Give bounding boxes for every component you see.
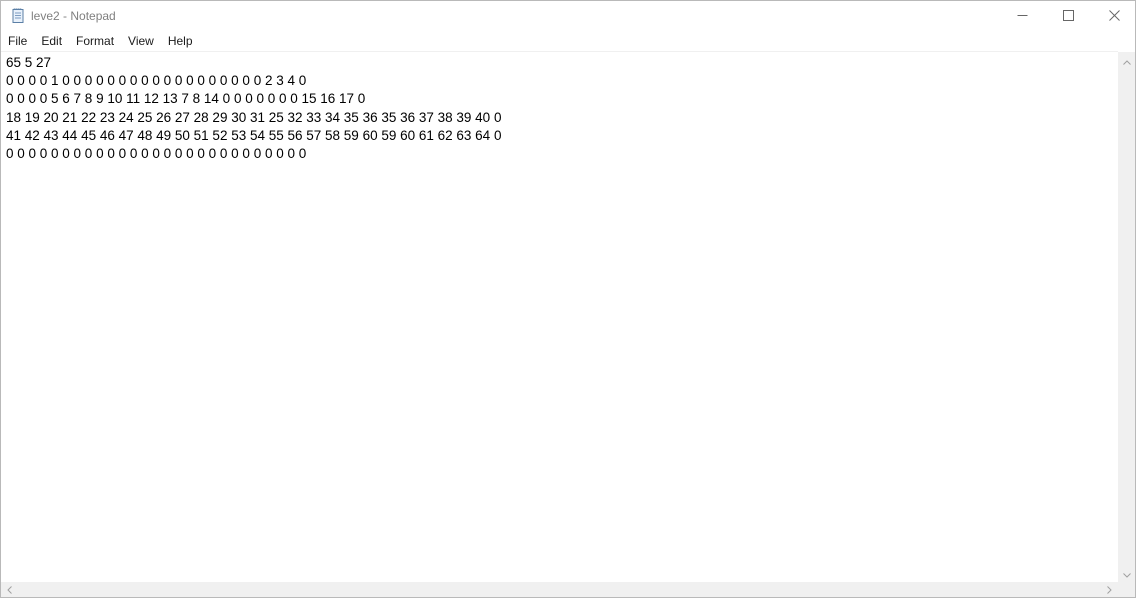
close-icon	[1108, 8, 1120, 26]
text-line-2: 0 0 0 0 1 0 0 0 0 0 0 0 0 0 0 0 0 0 0 0 …	[6, 73, 307, 89]
notepad-icon[interactable]	[10, 8, 26, 24]
text-line-5: 41 42 43 44 45 46 47 48 49 50 51 52 53 5…	[6, 127, 502, 143]
vertical-scrollbar[interactable]	[1118, 52, 1135, 582]
editor-text[interactable]: 65 5 27 0 0 0 0 1 0 0 0 0 0 0 0 0 0 0 0 …	[6, 54, 501, 163]
chevron-up-icon	[1122, 52, 1131, 70]
scroll-up-button[interactable]	[1118, 52, 1135, 69]
scroll-right-button[interactable]	[1101, 582, 1118, 597]
text-line-4: 18 19 20 21 22 23 24 25 26 27 28 29 30 3…	[6, 109, 502, 125]
menu-view[interactable]: View	[121, 32, 161, 51]
horizontal-scrollbar[interactable]	[1, 582, 1118, 597]
minimize-button[interactable]	[999, 1, 1045, 32]
chevron-right-icon	[1107, 581, 1112, 598]
scroll-down-button[interactable]	[1118, 565, 1135, 582]
notepad-window: leve2 - Notepad File Edit Format View He…	[0, 0, 1136, 598]
chevron-down-icon	[1122, 565, 1131, 583]
text-line-3: 0 0 0 0 5 6 7 8 9 10 11 12 13 7 8 14 0 0…	[6, 91, 366, 107]
text-line-6: 0 0 0 0 0 0 0 0 0 0 0 0 0 0 0 0 0 0 0 0 …	[6, 146, 307, 162]
close-button[interactable]	[1091, 1, 1135, 32]
menu-edit[interactable]: Edit	[34, 32, 69, 51]
menu-file[interactable]: File	[1, 32, 34, 51]
menu-help[interactable]: Help	[161, 32, 200, 51]
minimize-icon	[1017, 8, 1028, 26]
menu-bar: File Edit Format View Help	[1, 32, 1135, 51]
menu-format[interactable]: Format	[69, 32, 121, 51]
maximize-button[interactable]	[1045, 1, 1091, 32]
chevron-left-icon	[7, 581, 12, 598]
text-editor-area[interactable]: 65 5 27 0 0 0 0 1 0 0 0 0 0 0 0 0 0 0 0 …	[1, 51, 1118, 583]
maximize-icon	[1062, 8, 1074, 26]
text-line-1: 65 5 27	[6, 55, 52, 70]
scroll-left-button[interactable]	[1, 582, 18, 597]
size-grip[interactable]	[1118, 582, 1135, 597]
window-title: leve2 - Notepad	[31, 9, 116, 23]
title-bar[interactable]: leve2 - Notepad	[1, 1, 1135, 32]
